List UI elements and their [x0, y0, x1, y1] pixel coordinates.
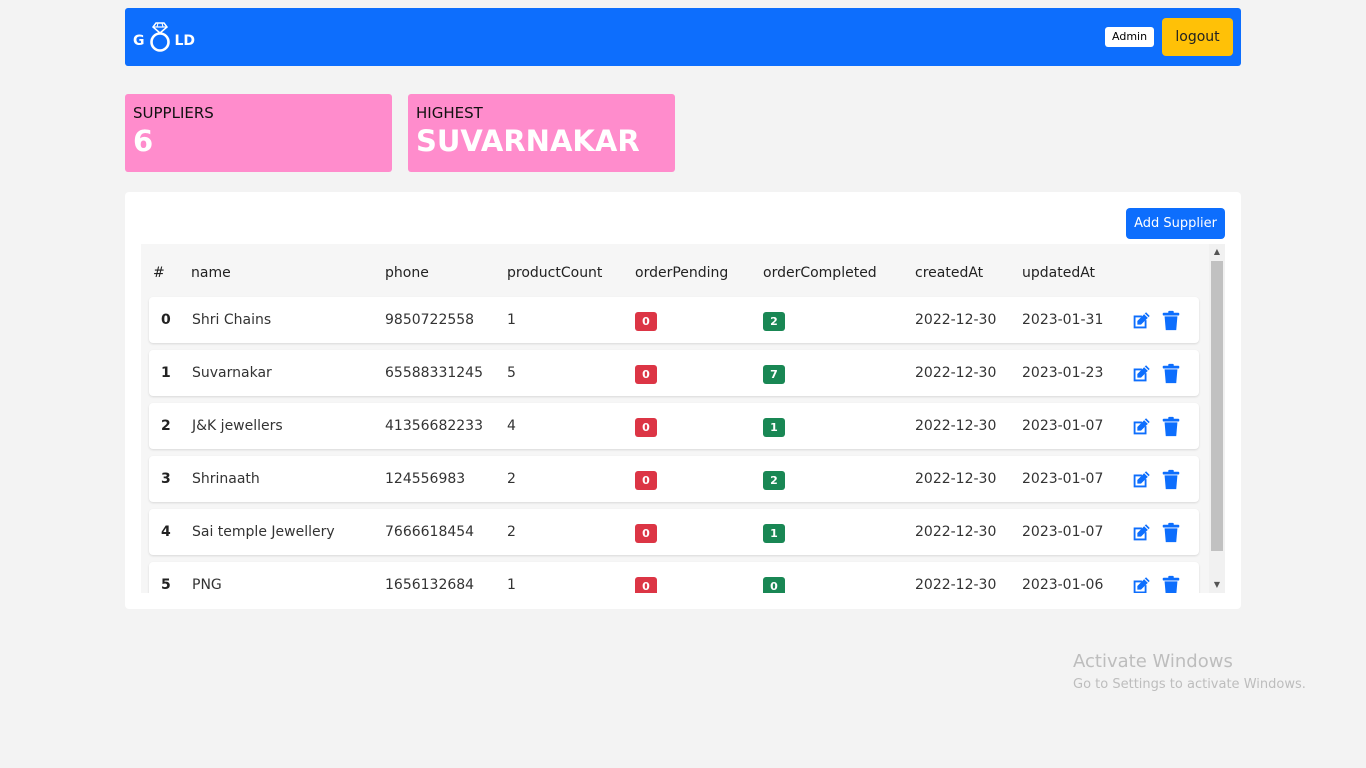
order-pending-badge: 0 [635, 524, 657, 543]
gold-logo[interactable]: G LD [133, 22, 195, 52]
table-row: 0 Shri Chains 9850722558 1 0 2 2022-12-30 2023-… [149, 297, 1199, 343]
order-pending-badge: 0 [635, 418, 657, 437]
updated-at: 2023-01-23 [1022, 365, 1104, 381]
product-count: 2 [507, 471, 516, 487]
edit-icon[interactable] [1130, 416, 1152, 438]
table-row: 2 J&K jewellers 41356682233 4 0 1 2022-12-30 20… [149, 403, 1199, 449]
table-row: 4 Sai temple Jewellery 7666618454 2 0 1 2022-1… [149, 509, 1199, 555]
row-index: 1 [161, 365, 171, 381]
supplier-phone: 1656132684 [385, 577, 475, 593]
table-row: 1 Suvarnakar 65588331245 5 0 7 2022-12-30 2023-… [149, 350, 1199, 396]
stat-label: HIGHEST [416, 104, 483, 122]
trash-icon[interactable] [1160, 575, 1182, 593]
product-count: 1 [507, 312, 516, 328]
order-completed-badge: 2 [763, 471, 785, 490]
product-count: 1 [507, 577, 516, 593]
edit-icon[interactable] [1130, 575, 1152, 593]
column-header-updated-at: updatedAt [1022, 265, 1096, 281]
supplier-name: Sai temple Jewellery [192, 524, 335, 540]
row-index: 2 [161, 418, 171, 434]
stat-value: SUVARNAKAR [416, 124, 640, 158]
windows-activation-title: Activate Windows [1073, 651, 1233, 672]
supplier-phone: 7666618454 [385, 524, 475, 540]
supplier-phone: 124556983 [385, 471, 466, 487]
order-completed-badge: 0 [763, 577, 785, 593]
supplier-name: PNG [192, 577, 222, 593]
edit-icon[interactable] [1130, 310, 1152, 332]
top-navbar: G LD Admin logout [125, 8, 1241, 66]
order-pending-badge: 0 [635, 312, 657, 331]
trash-icon[interactable] [1160, 469, 1182, 491]
trash-icon[interactable] [1160, 363, 1182, 385]
row-index: 5 [161, 577, 171, 593]
scroll-up-arrow-icon[interactable]: ▲ [1209, 244, 1225, 260]
order-completed-badge: 1 [763, 524, 785, 543]
trash-icon[interactable] [1160, 522, 1182, 544]
row-index: 3 [161, 471, 171, 487]
row-index: 0 [161, 312, 171, 328]
table-row: 3 Shrinaath 124556983 2 0 2 2022-12-30 2023-01-… [149, 456, 1199, 502]
updated-at: 2023-01-06 [1022, 577, 1104, 593]
suppliers-table: # name phone productCount orderPending o… [141, 244, 1225, 593]
stat-label: SUPPLIERS [133, 104, 214, 122]
updated-at: 2023-01-07 [1022, 418, 1104, 434]
edit-icon[interactable] [1130, 363, 1152, 385]
order-completed-badge: 7 [763, 365, 785, 384]
admin-badge: Admin [1105, 27, 1155, 47]
created-at: 2022-12-30 [915, 418, 997, 434]
suppliers-panel: Add Supplier # name phone productCount o… [125, 192, 1241, 609]
logo-letter-g: G [133, 33, 145, 49]
scrollbar-thumb[interactable] [1211, 261, 1223, 551]
trash-icon[interactable] [1160, 416, 1182, 438]
column-header-product-count: productCount [507, 265, 603, 281]
supplier-name: Suvarnakar [192, 365, 272, 381]
product-count: 2 [507, 524, 516, 540]
row-index: 4 [161, 524, 171, 540]
supplier-name: Shri Chains [192, 312, 272, 328]
updated-at: 2023-01-07 [1022, 471, 1104, 487]
suppliers-stat-card: SUPPLIERS 6 [125, 94, 392, 172]
supplier-name: Shrinaath [192, 471, 260, 487]
windows-activation-subtitle: Go to Settings to activate Windows. [1073, 677, 1306, 692]
order-completed-badge: 1 [763, 418, 785, 437]
created-at: 2022-12-30 [915, 365, 997, 381]
logo-letters-ld: LD [174, 33, 196, 49]
product-count: 5 [507, 365, 516, 381]
column-header-phone: phone [385, 265, 429, 281]
supplier-name: J&K jewellers [192, 418, 283, 434]
table-row: 5 PNG 1656132684 1 0 0 2022-12-30 2023-01-06 [149, 562, 1199, 593]
edit-icon[interactable] [1130, 522, 1152, 544]
edit-icon[interactable] [1130, 469, 1152, 491]
scroll-down-arrow-icon[interactable]: ▼ [1209, 577, 1225, 593]
order-pending-badge: 0 [635, 471, 657, 490]
column-header-order-completed: orderCompleted [763, 265, 877, 281]
created-at: 2022-12-30 [915, 312, 997, 328]
column-header-created-at: createdAt [915, 265, 984, 281]
order-completed-badge: 2 [763, 312, 785, 331]
column-header-name: name [191, 265, 231, 281]
column-header-index: # [153, 265, 165, 281]
created-at: 2022-12-30 [915, 471, 997, 487]
product-count: 4 [507, 418, 516, 434]
trash-icon[interactable] [1160, 310, 1182, 332]
highest-stat-card: HIGHEST SUVARNAKAR [408, 94, 675, 172]
add-supplier-button[interactable]: Add Supplier [1126, 208, 1225, 239]
supplier-phone: 65588331245 [385, 365, 483, 381]
supplier-phone: 41356682233 [385, 418, 483, 434]
order-pending-badge: 0 [635, 365, 657, 384]
logout-button[interactable]: logout [1162, 18, 1233, 56]
diamond-ring-icon [149, 22, 170, 52]
updated-at: 2023-01-31 [1022, 312, 1104, 328]
updated-at: 2023-01-07 [1022, 524, 1104, 540]
created-at: 2022-12-30 [915, 524, 997, 540]
table-header: # name phone productCount orderPending o… [141, 244, 1209, 296]
stat-value: 6 [133, 124, 154, 158]
created-at: 2022-12-30 [915, 577, 997, 593]
order-pending-badge: 0 [635, 577, 657, 593]
column-header-order-pending: orderPending [635, 265, 729, 281]
table-scrollbar[interactable]: ▲ ▼ [1209, 244, 1225, 593]
supplier-phone: 9850722558 [385, 312, 475, 328]
